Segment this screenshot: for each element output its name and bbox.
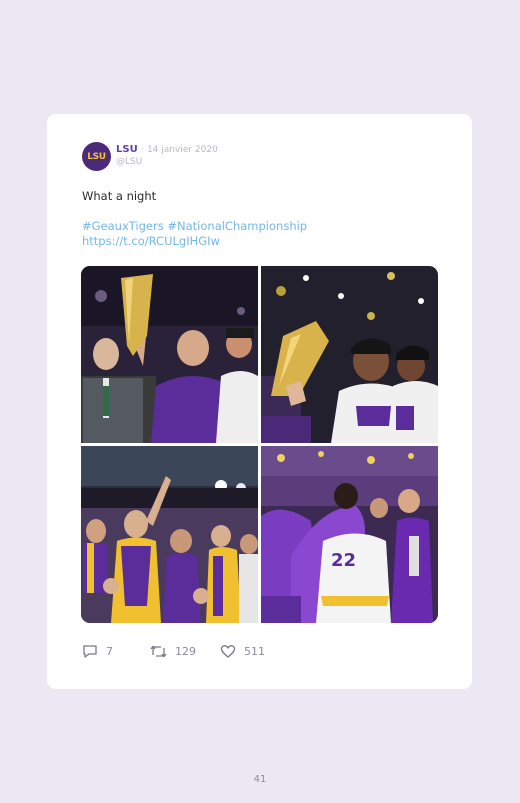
photo-coach-lifting-trophy[interactable] — [81, 266, 258, 443]
short-url-link[interactable]: https://t.co/RCULgIHGIw — [82, 234, 307, 249]
tweet-card: LSU LSU · 14 janvier 2020 @LSU What a ni… — [47, 114, 472, 689]
like-action[interactable]: 511 — [220, 644, 265, 659]
photo-players-celebrating[interactable]: 22 — [261, 446, 438, 623]
tweet-header: LSU · 14 janvier 2020 — [116, 144, 218, 155]
reply-count: 7 — [106, 645, 113, 658]
retweet-count: 129 — [175, 645, 196, 658]
account-name[interactable]: LSU — [116, 144, 138, 155]
tweet-date[interactable]: 14 janvier 2020 — [147, 145, 218, 155]
avatar[interactable]: LSU — [82, 142, 111, 171]
tweet-text: What a night — [82, 189, 157, 203]
separator: · — [140, 145, 144, 155]
page-number: 41 — [253, 774, 267, 785]
like-count: 511 — [244, 645, 265, 658]
retweet-icon[interactable] — [150, 644, 167, 659]
svg-text:22: 22 — [331, 550, 356, 571]
photo-grid: 22 — [81, 266, 438, 623]
like-icon[interactable] — [220, 644, 236, 659]
hashtags-link[interactable]: #GeauxTigers #NationalChampionship — [82, 219, 307, 234]
account-handle[interactable]: @LSU — [116, 157, 142, 167]
tweet-links: #GeauxTigers #NationalChampionship https… — [82, 219, 307, 249]
photo-players-with-trophy[interactable] — [261, 266, 438, 443]
reply-action[interactable]: 7 — [82, 644, 113, 659]
reply-icon[interactable] — [82, 644, 98, 659]
retweet-action[interactable]: 129 — [150, 644, 196, 659]
avatar-logo-text: LSU — [87, 151, 106, 162]
photo-fans-in-stands[interactable] — [81, 446, 258, 623]
